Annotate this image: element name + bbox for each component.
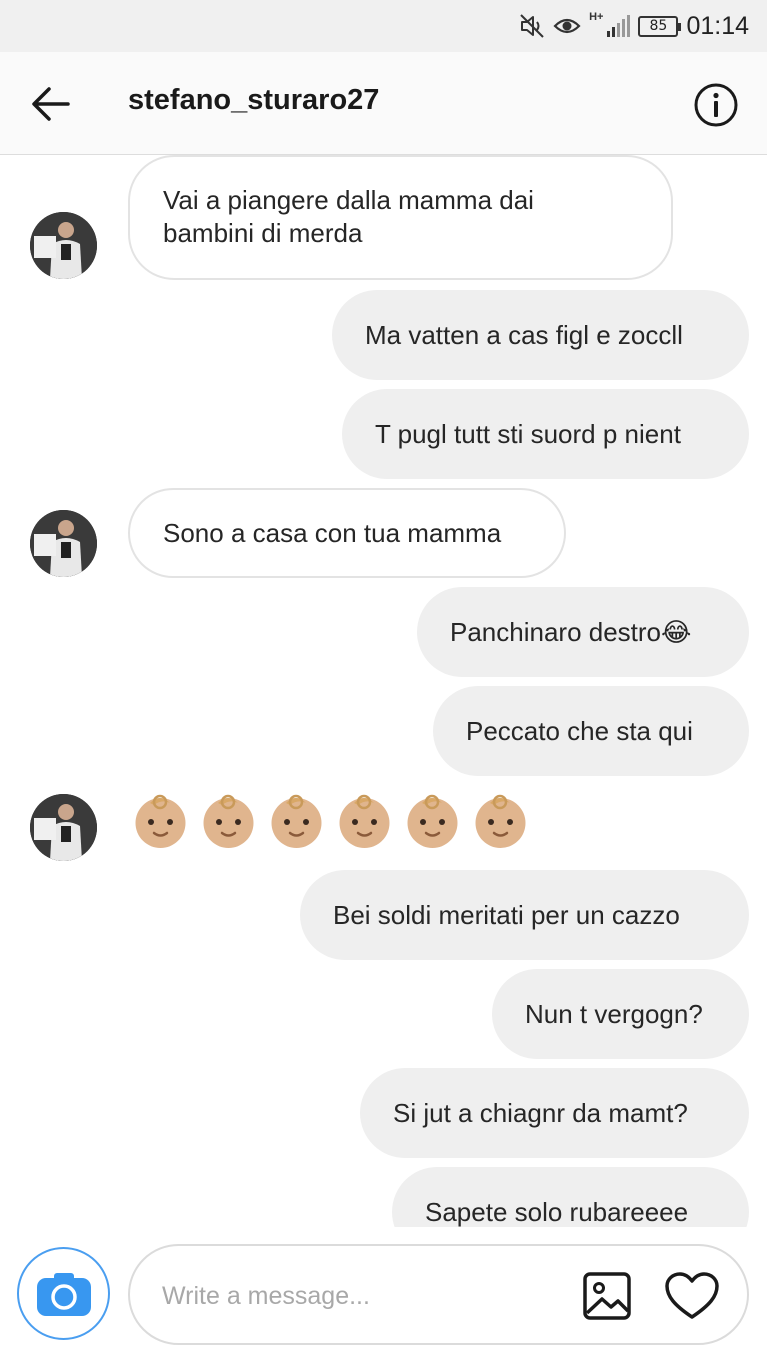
- network-type: H+: [589, 11, 604, 23]
- avatar-image: [30, 794, 97, 861]
- avatar-image: [30, 212, 97, 279]
- status-bar: H+ 85 01:14: [0, 0, 767, 52]
- info-icon[interactable]: [693, 82, 739, 128]
- avatar[interactable]: [30, 510, 97, 577]
- gallery-icon[interactable]: [582, 1271, 632, 1321]
- battery-icon: 85: [638, 15, 682, 37]
- baby-emoji-icon: [203, 794, 254, 848]
- mute-icon: [520, 14, 544, 38]
- signal-icon: [607, 15, 631, 37]
- chat-username[interactable]: stefano_sturaro27: [128, 84, 379, 117]
- camera-button[interactable]: [17, 1247, 110, 1340]
- outgoing-message[interactable]: Peccato che sta qui: [433, 686, 749, 776]
- chat-header: stefano_sturaro27: [0, 52, 767, 155]
- outgoing-message[interactable]: Panchinaro destro😂: [417, 587, 749, 677]
- message-composer: [0, 1227, 767, 1363]
- baby-emoji-icon: [135, 794, 186, 848]
- camera-icon: [36, 1272, 91, 1316]
- emoji-message[interactable]: [132, 793, 529, 850]
- message-list[interactable]: Vai a piangere dalla mamma dai bambini d…: [0, 155, 767, 1227]
- baby-emoji-icon: [271, 794, 322, 848]
- outgoing-message[interactable]: Bei soldi meritati per un cazzo: [300, 870, 749, 960]
- outgoing-message[interactable]: Sapete solo rubareeee: [392, 1167, 749, 1227]
- baby-emoji-icon: [407, 794, 458, 848]
- message-input-container: [128, 1244, 749, 1345]
- back-arrow-icon[interactable]: [28, 84, 72, 124]
- avatar[interactable]: [30, 212, 97, 279]
- baby-emoji-icon: [475, 794, 526, 848]
- message-input[interactable]: [162, 1276, 562, 1316]
- avatar[interactable]: [30, 794, 97, 861]
- status-icons: H+ 85 01:14: [519, 10, 749, 42]
- heart-icon[interactable]: [664, 1271, 720, 1321]
- battery-level: 85: [649, 17, 668, 34]
- outgoing-message[interactable]: Nun t vergogn?: [492, 969, 749, 1059]
- avatar-image: [30, 510, 97, 577]
- incoming-message[interactable]: Sono a casa con tua mamma: [128, 488, 566, 578]
- eye-icon: [553, 18, 581, 34]
- clock: 01:14: [686, 11, 749, 40]
- baby-emoji-icon: [339, 794, 390, 848]
- outgoing-message[interactable]: T pugl tutt sti suord p nient: [342, 389, 749, 479]
- incoming-message[interactable]: Vai a piangere dalla mamma dai bambini d…: [128, 155, 673, 280]
- outgoing-message[interactable]: Ma vatten a cas figl e zoccll: [332, 290, 749, 380]
- outgoing-message[interactable]: Si jut a chiagnr da mamt?: [360, 1068, 749, 1158]
